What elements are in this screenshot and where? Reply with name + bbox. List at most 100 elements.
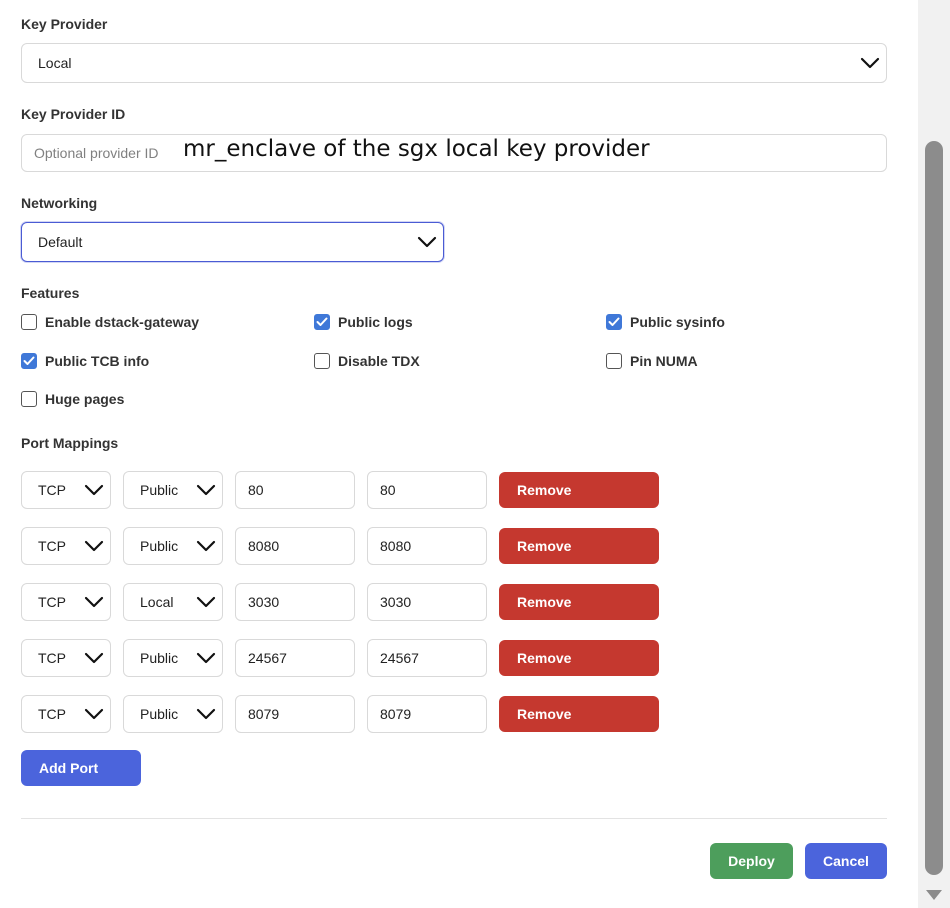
chevron-down-icon [84,708,104,720]
add-port-button[interactable]: Add Port [21,750,141,786]
scope-select[interactable]: Public [123,695,223,733]
protocol-select-value: TCP [38,650,66,666]
feature-checkbox[interactable]: Disable TDX [314,353,420,369]
chevron-down-icon [84,596,104,608]
chevron-down-icon [84,540,104,552]
scroll-down-arrow-icon[interactable] [924,888,944,902]
protocol-select[interactable]: TCP [21,639,111,677]
cancel-button[interactable]: Cancel [805,843,887,879]
vm-port-input[interactable]: 3030 [367,583,487,621]
host-port-input-value: 8080 [248,538,280,554]
host-port-input[interactable]: 80 [235,471,355,509]
feature-label: Huge pages [45,391,125,407]
chevron-down-icon [84,652,104,664]
chevron-down-icon [196,708,216,720]
protocol-select-value: TCP [38,706,66,722]
scope-select-value: Local [140,594,174,610]
vm-port-input-value: 8080 [380,538,412,554]
remove-port-button[interactable]: Remove [499,696,659,732]
vm-port-input-value: 80 [380,482,396,498]
remove-port-button[interactable]: Remove [499,640,659,676]
host-port-input[interactable]: 8079 [235,695,355,733]
checkbox-unchecked-icon[interactable] [21,391,37,407]
key-provider-id-placeholder: Optional provider ID [34,145,159,161]
scope-select[interactable]: Public [123,527,223,565]
remove-port-button[interactable]: Remove [499,528,659,564]
scope-select[interactable]: Public [123,471,223,509]
feature-label: Public TCB info [45,353,150,369]
remove-port-button[interactable]: Remove [499,584,659,620]
scope-select-value: Public [140,482,179,498]
features-label: Features [21,285,80,301]
chevron-down-icon [196,596,216,608]
feature-label: Disable TDX [338,353,420,369]
scope-select[interactable]: Local [123,583,223,621]
checkbox-unchecked-icon[interactable] [606,353,622,369]
feature-label: Enable dstack-gateway [45,314,200,330]
remove-port-button-value: Remove [517,594,572,610]
feature-checkbox[interactable]: Pin NUMA [606,353,698,369]
feature-checkbox[interactable]: Public logs [314,314,413,330]
networking-select[interactable]: Default [21,222,444,262]
protocol-select[interactable]: TCP [21,695,111,733]
key-provider-id-label: Key Provider ID [21,106,126,122]
deploy-button[interactable]: Deploy [710,843,793,879]
vm-port-input-value: 8079 [380,706,412,722]
remove-port-button-value: Remove [517,482,572,498]
scope-select[interactable]: Public [123,639,223,677]
chevron-down-icon [860,57,880,69]
scope-select-value: Public [140,538,179,554]
scrollbar-thumb[interactable] [925,141,943,875]
feature-checkbox[interactable]: Public TCB info [21,353,149,369]
host-port-input[interactable]: 8080 [235,527,355,565]
vm-port-input[interactable]: 80 [367,471,487,509]
vm-port-input[interactable]: 8079 [367,695,487,733]
protocol-select-value: TCP [38,538,66,554]
checkbox-unchecked-icon[interactable] [314,353,330,369]
protocol-select[interactable]: TCP [21,471,111,509]
feature-checkbox[interactable]: Public sysinfo [606,314,725,330]
remove-port-button-value: Remove [517,538,572,554]
feature-checkbox[interactable]: Huge pages [21,391,124,407]
chevron-down-icon [84,484,104,496]
host-port-input[interactable]: 3030 [235,583,355,621]
vm-port-input[interactable]: 8080 [367,527,487,565]
protocol-select[interactable]: TCP [21,527,111,565]
host-port-input[interactable]: 24567 [235,639,355,677]
host-port-input-value: 3030 [248,594,280,610]
host-port-input-value: 8079 [248,706,280,722]
key-provider-value: Local [38,55,72,71]
chevron-down-icon [417,236,437,248]
chevron-down-icon [196,652,216,664]
remove-port-button[interactable]: Remove [499,472,659,508]
chevron-down-icon [196,484,216,496]
checkbox-checked-icon[interactable] [314,314,330,330]
protocol-select-value: TCP [38,594,66,610]
protocol-select-value: TCP [38,482,66,498]
chevron-down-icon [196,540,216,552]
scope-select-value: Public [140,650,179,666]
key-provider-id-annotation: mr_enclave of the sgx local key provider [183,136,650,162]
networking-label: Networking [21,195,98,211]
remove-port-button-value: Remove [517,650,572,666]
feature-label: Public logs [338,314,413,330]
checkbox-checked-icon[interactable] [606,314,622,330]
networking-value: Default [38,234,83,250]
key-provider-label: Key Provider [21,16,108,32]
feature-label: Public sysinfo [630,314,725,330]
remove-port-button-value: Remove [517,706,572,722]
vm-port-input-value: 3030 [380,594,412,610]
scope-select-value: Public [140,706,179,722]
feature-label: Pin NUMA [630,353,698,369]
divider [21,818,887,819]
vm-port-input-value: 24567 [380,650,419,666]
port-mappings-label: Port Mappings [21,435,119,451]
protocol-select[interactable]: TCP [21,583,111,621]
feature-checkbox[interactable]: Enable dstack-gateway [21,314,199,330]
host-port-input-value: 24567 [248,650,287,666]
checkbox-unchecked-icon[interactable] [21,314,37,330]
checkbox-checked-icon[interactable] [21,353,37,369]
key-provider-select[interactable]: Local [21,43,887,83]
host-port-input-value: 80 [248,482,264,498]
vm-port-input[interactable]: 24567 [367,639,487,677]
